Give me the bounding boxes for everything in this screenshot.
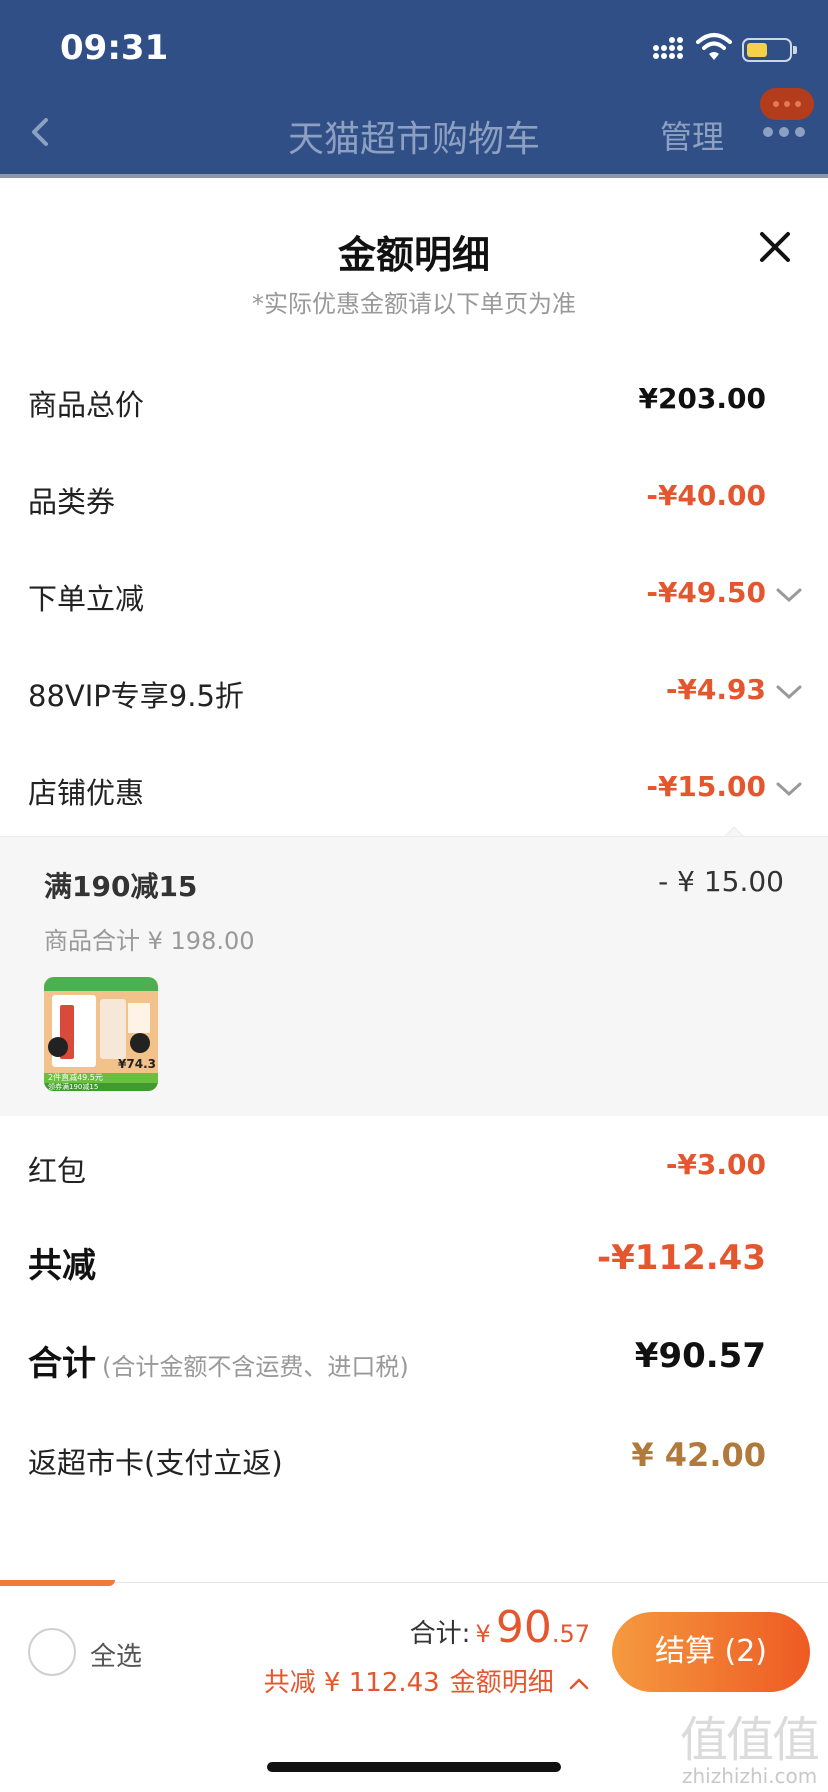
row-value: -¥15.00 (646, 770, 766, 803)
total-discount-value: -¥112.43 (597, 1238, 766, 1278)
row-category-coupon: 品类券 -¥40.00 (0, 467, 828, 527)
status-time: 09:31 (60, 28, 169, 68)
sheet-title: 金额明细 (337, 233, 490, 277)
row-88vip-discount[interactable]: 88VIP专享9.5折 -¥4.93 (0, 661, 828, 721)
select-all-checkbox[interactable] (28, 1628, 76, 1676)
shop-discount-panel: 满190减15 - ¥ 15.00 商品合计 ¥ 198.00 ¥74.3 2件… (0, 836, 828, 1116)
detail-link[interactable]: 金额明细 (450, 1668, 554, 1698)
row-label: 88VIP专享9.5折 (28, 679, 244, 713)
sum-label: 合计: (409, 1619, 471, 1649)
chevron-down-icon[interactable] (774, 780, 804, 798)
row-value: -¥4.93 (665, 673, 766, 706)
watermark-glyphs: 值值值 (680, 1712, 820, 1768)
row-goods-total: 商品总价 ¥203.00 (0, 370, 828, 430)
grand-total-note: (合计金额不含运费、进口税) (102, 1353, 409, 1381)
total-discount-label: 共减 (28, 1246, 96, 1286)
chevron-up-icon[interactable] (568, 1677, 590, 1691)
select-all-label[interactable]: 全选 (90, 1636, 142, 1673)
sum-integer: 90 (495, 1602, 552, 1653)
grand-total-label: 合计 (合计金额不含运费、进口税) (28, 1336, 409, 1385)
thumb-promo: 2件直减49.5元 (44, 1073, 158, 1083)
status-bar: 09:31 (0, 0, 828, 96)
row-order-discount[interactable]: 下单立减 -¥49.50 (0, 564, 828, 624)
row-value: -¥49.50 (646, 576, 766, 609)
promo-subtotal: 商品合计 ¥ 198.00 (44, 927, 255, 955)
nav-bar: 天猫超市购物车 管理 (0, 88, 828, 178)
promo-amount: - ¥ 15.00 (658, 865, 784, 898)
row-grand-total: 合计 (合计金额不含运费、进口税) ¥90.57 (0, 1330, 828, 1390)
chevron-down-icon[interactable] (774, 683, 804, 701)
manage-button[interactable]: 管理 (660, 112, 724, 158)
cashback-label: 返超市卡(支付立返) (28, 1446, 283, 1480)
watermark: 值值值 zhizhizhi.com (680, 1700, 828, 1792)
amount-detail-toggle[interactable]: 共减 ¥ 112.43 金额明细 (264, 1662, 590, 1699)
row-value: ¥203.00 (638, 382, 766, 415)
sheet-subtitle: *实际优惠金额请以下单页为准 (252, 290, 576, 318)
bottom-divider (0, 1582, 828, 1583)
home-indicator (267, 1762, 561, 1772)
row-label: 商品总价 (28, 388, 145, 422)
thumb-price: ¥74.3 (118, 1057, 156, 1071)
discount-summary: 共减 ¥ 112.43 (263, 1668, 440, 1698)
more-icon[interactable] (762, 120, 806, 144)
row-value: -¥40.00 (646, 479, 766, 512)
sum-currency: ¥ (475, 1620, 491, 1648)
row-label: 下单立减 (28, 582, 145, 616)
promo-title: 满190减15 (44, 870, 198, 903)
battery-icon (742, 38, 797, 62)
wifi-icon (696, 33, 732, 60)
message-badge (760, 88, 814, 120)
close-icon[interactable] (756, 228, 794, 266)
signal-icon (653, 37, 683, 59)
grand-total-value: ¥90.57 (634, 1336, 766, 1376)
watermark-url: zhizhizhi.com (682, 1764, 818, 1788)
thumb-tag: 领券满190减15 (44, 1083, 158, 1091)
row-label: 品类券 (28, 485, 116, 519)
bottom-accent (0, 1580, 115, 1586)
cashback-value: ¥ 42.00 (631, 1436, 766, 1474)
row-shop-discount[interactable]: 店铺优惠 -¥15.00 (0, 758, 828, 818)
row-cashback: 返超市卡(支付立返) ¥ 42.00 (0, 1428, 828, 1488)
product-thumbnail[interactable]: ¥74.3 2件直减49.5元 领券满190减15 (44, 977, 158, 1091)
row-label: 红包 (28, 1154, 87, 1188)
chevron-down-icon[interactable] (774, 586, 804, 604)
sum-decimal: .57 (551, 1620, 590, 1648)
top-header: 09:31 天猫超市购物车 管理 (0, 0, 828, 178)
grand-total-title: 合计 (28, 1344, 96, 1384)
row-value: -¥3.00 (665, 1148, 766, 1181)
row-red-packet: 红包 -¥3.00 (0, 1136, 828, 1196)
bottom-sum: 合计: ¥ 90.57 (410, 1602, 590, 1653)
row-total-discount: 共减 -¥112.43 (0, 1232, 828, 1292)
row-label: 店铺优惠 (28, 776, 145, 810)
checkout-button[interactable]: 结算 (2) (612, 1612, 810, 1692)
